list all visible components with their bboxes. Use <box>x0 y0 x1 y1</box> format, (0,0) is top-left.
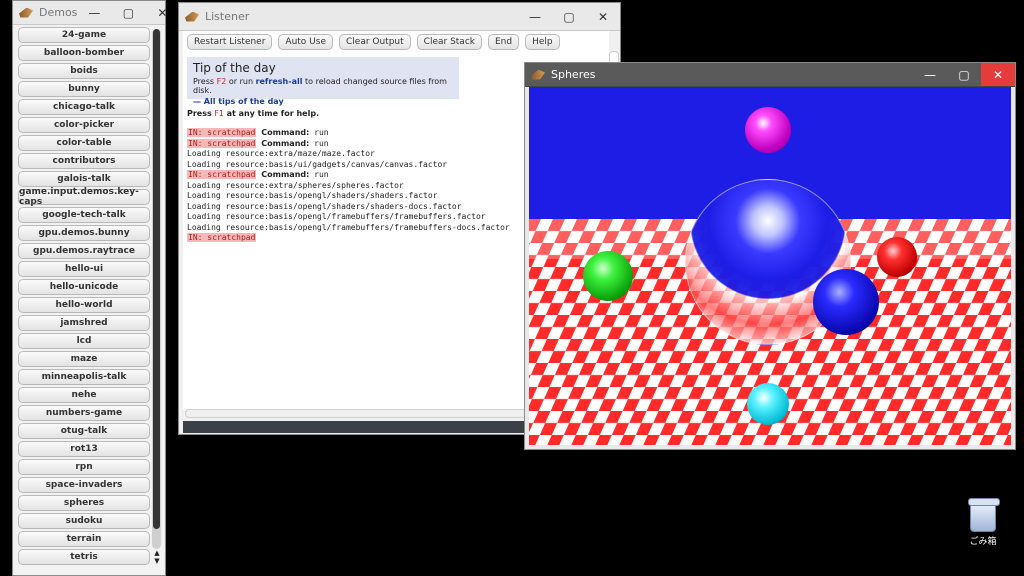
red-sphere <box>877 237 917 277</box>
close-icon[interactable]: ✕ <box>981 63 1015 86</box>
close-icon[interactable]: ✕ <box>145 1 179 24</box>
demo-item[interactable]: terrain <box>18 531 150 547</box>
resource-line: Loading resource:extra/maze/maze.factor <box>187 149 375 158</box>
resource-line: Loading resource:basis/ui/gadgets/canvas… <box>187 159 448 169</box>
command-label: Command: <box>261 128 310 137</box>
tip-text: Press F2 or run refresh-all to reload ch… <box>193 77 453 95</box>
demo-item[interactable]: google-tech-talk <box>18 207 150 223</box>
demo-item[interactable]: chicago-talk <box>18 99 150 115</box>
demo-item[interactable]: contributors <box>18 153 150 169</box>
all-tips-link[interactable]: — All tips of the day <box>193 97 284 106</box>
command-label: Command: <box>261 138 310 148</box>
demo-item[interactable]: tetris <box>18 549 150 565</box>
demo-item[interactable]: gpu.demos.raytrace <box>18 243 150 259</box>
demos-titlebar[interactable]: Demos — ▢ ✕ <box>13 1 167 25</box>
recycle-bin[interactable]: ごみ箱 <box>956 496 1010 554</box>
demo-item[interactable]: gpu.demos.bunny <box>18 225 150 241</box>
demo-item[interactable]: jamshred <box>18 315 150 331</box>
demo-item[interactable]: otug-talk <box>18 423 150 439</box>
in-scratchpad-tag: IN: scratchpad <box>187 170 257 179</box>
demo-item[interactable]: numbers-game <box>18 405 150 421</box>
listener-toolbar: Restart Listener Auto Use Clear Output C… <box>183 31 609 50</box>
tip-of-the-day: Tip of the day Press F2 or run refresh-a… <box>187 57 459 106</box>
maximize-icon[interactable]: ▢ <box>947 63 981 86</box>
tip-or-run: or run <box>228 77 254 86</box>
clear-stack-button[interactable]: Clear Stack <box>416 34 482 50</box>
tip-title: Tip of the day <box>193 61 276 75</box>
blue-sphere <box>813 269 879 335</box>
spheres-render[interactable] <box>529 87 1011 445</box>
resource-line: Loading resource:basis/opengl/framebuffe… <box>187 222 510 232</box>
demo-item[interactable]: balloon-bomber <box>18 45 150 61</box>
command-text: run <box>314 170 329 179</box>
help-press: Press <box>187 109 212 118</box>
demo-item[interactable]: rpn <box>18 459 150 475</box>
maximize-icon[interactable]: ▢ <box>111 1 145 24</box>
factor-logo-icon <box>531 69 545 80</box>
minimize-icon[interactable]: — <box>518 3 552 30</box>
demo-item[interactable]: game.input.demos.key-caps <box>18 187 150 207</box>
listener-title: Listener <box>205 10 250 23</box>
listener-titlebar[interactable]: Listener — ▢ ✕ <box>179 3 620 31</box>
demo-item[interactable]: spheres <box>18 495 150 511</box>
resource-line: Loading resource:extra/spheres/spheres.f… <box>187 180 404 190</box>
key-f2: F2 <box>216 77 227 86</box>
factor-logo-icon <box>19 7 33 18</box>
resource-line: Loading resource:basis/opengl/framebuffe… <box>187 212 486 221</box>
command-text: run <box>314 138 329 148</box>
green-sphere <box>583 251 633 301</box>
demo-item[interactable]: color-table <box>18 135 150 151</box>
demo-item[interactable]: boids <box>18 63 150 79</box>
auto-use-button[interactable]: Auto Use <box>278 34 333 50</box>
all-tips-line: — All tips of the day <box>193 97 453 106</box>
recycle-bin-icon <box>968 498 1000 532</box>
demo-item[interactable]: hello-world <box>18 297 150 313</box>
demo-item[interactable]: hello-unicode <box>18 279 150 295</box>
spheres-title: Spheres <box>551 68 596 81</box>
demo-item[interactable]: galois-talk <box>18 171 150 187</box>
resource-line: Loading resource:basis/opengl/shaders/sh… <box>187 191 438 200</box>
help-button[interactable]: Help <box>525 34 560 50</box>
demo-item[interactable]: color-picker <box>18 117 150 133</box>
demo-item[interactable]: minneapolis-talk <box>18 369 150 385</box>
minimize-icon[interactable]: — <box>913 63 947 86</box>
demo-item[interactable]: bunny <box>18 81 150 97</box>
recycle-bin-label: ごみ箱 <box>969 537 997 547</box>
in-scratchpad-tag: IN: scratchpad <box>187 138 257 148</box>
demos-vertical-scrollbar[interactable] <box>152 29 161 549</box>
in-scratchpad-tag: IN: scratchpad <box>187 233 257 242</box>
resource-line: Loading resource:basis/opengl/shaders/sh… <box>187 201 462 211</box>
minimize-icon[interactable]: — <box>77 1 111 24</box>
refresh-all-link[interactable]: refresh-all <box>256 77 303 86</box>
scroll-arrows[interactable]: ▲ ▼ <box>151 549 163 565</box>
restart-listener-button[interactable]: Restart Listener <box>187 34 273 50</box>
demo-item[interactable]: rot13 <box>18 441 150 457</box>
demo-list: 24-game balloon-bomber boids bunny chicago-t… <box>18 27 152 567</box>
help-tail: at any time for help. <box>226 109 320 118</box>
command-label: Command: <box>261 170 310 179</box>
demos-window: Demos — ▢ ✕ 24-game balloon-bomber boids bu… <box>12 0 167 576</box>
command-text: run <box>314 128 329 137</box>
demo-item[interactable]: maze <box>18 351 150 367</box>
key-f1: F1 <box>214 109 225 118</box>
demo-item[interactable]: hello-ui <box>18 261 150 277</box>
in-scratchpad-tag: IN: scratchpad <box>187 128 257 137</box>
end-button[interactable]: End <box>488 34 520 50</box>
demo-item[interactable]: lcd <box>18 333 150 349</box>
demos-title: Demos <box>39 6 78 19</box>
clear-output-button[interactable]: Clear Output <box>339 34 411 50</box>
spheres-titlebar[interactable]: Spheres — ▢ ✕ <box>525 63 1015 87</box>
scroll-thumb[interactable] <box>153 29 160 529</box>
close-icon[interactable]: ✕ <box>586 3 620 30</box>
demo-item[interactable]: sudoku <box>18 513 150 529</box>
maximize-icon[interactable]: ▢ <box>552 3 586 30</box>
demo-item[interactable]: space-invaders <box>18 477 150 493</box>
factor-logo-icon <box>185 11 199 22</box>
magenta-sphere <box>745 107 791 153</box>
cyan-sphere <box>747 383 789 425</box>
demo-item[interactable]: nehe <box>18 387 150 403</box>
demo-item[interactable]: 24-game <box>18 27 150 43</box>
spheres-window: Spheres — ▢ ✕ <box>524 62 1016 450</box>
tip-press: Press <box>193 77 215 86</box>
